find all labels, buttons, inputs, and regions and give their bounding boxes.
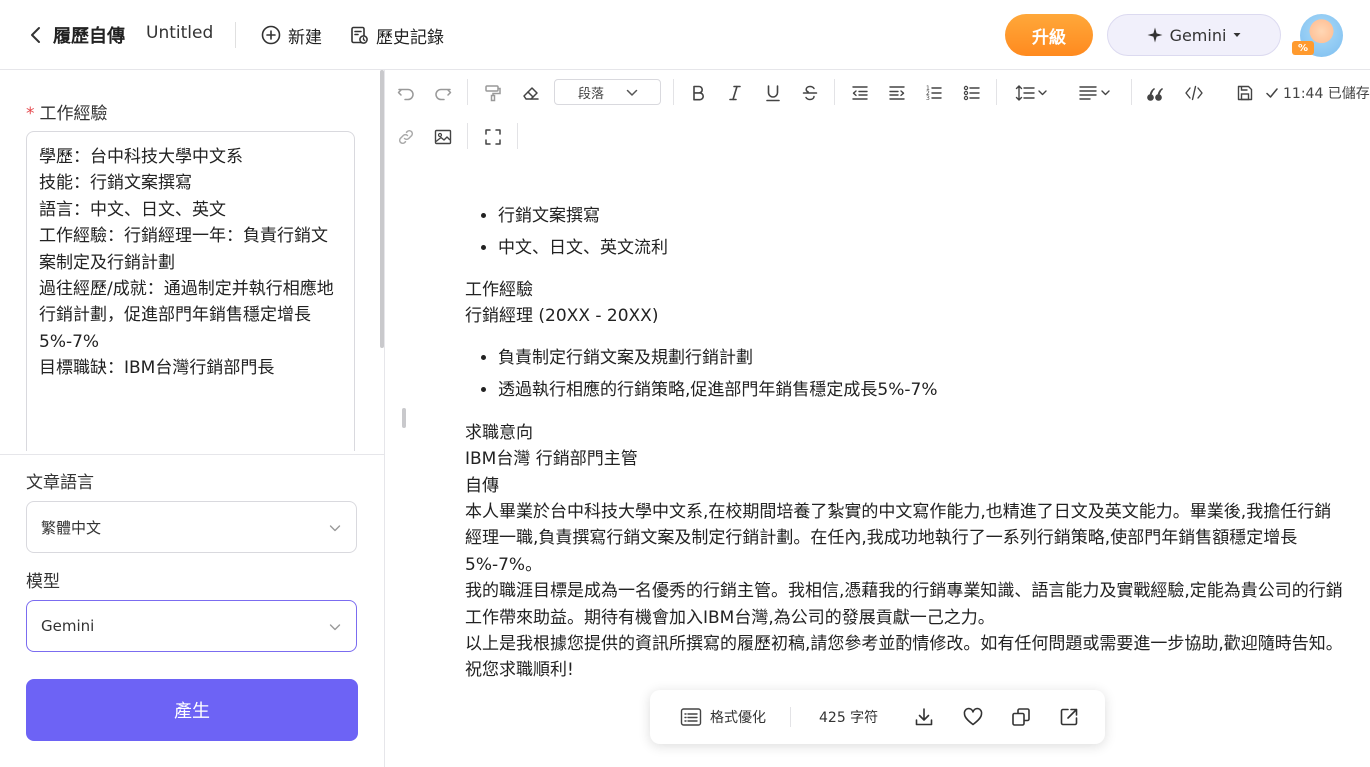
undo-icon[interactable] <box>394 81 418 105</box>
code-icon[interactable] <box>1182 81 1206 105</box>
bio-paragraph: 本人畢業於台中科技大學中文系,在校期間培養了紮實的中文寫作能力,也精進了日文及英… <box>465 502 1332 575</box>
toolbar-divider <box>834 79 835 105</box>
caret-down-icon <box>1233 33 1241 37</box>
export-icon[interactable] <box>1058 690 1080 744</box>
save-status: 11:44 已儲存 <box>1265 83 1370 103</box>
list-item: 負責制定行銷文案及規劃行銷計劃 <box>498 342 1345 374</box>
fullscreen-icon[interactable] <box>481 125 505 149</box>
bio-paragraph: 我的職涯目標是成為一名優秀的行銷主管。我相信,憑藉我的行銷專業知識、語言能力及實… <box>465 581 1343 628</box>
bullet-list-icon[interactable] <box>960 81 984 105</box>
editor-toolbar: 段落 123 11:44 已儲存 <box>385 70 1370 162</box>
toolbar-divider <box>673 79 674 105</box>
plus-circle-icon <box>261 25 281 45</box>
divider <box>790 707 791 727</box>
svg-text:3: 3 <box>926 95 930 102</box>
model-value: Gemini <box>41 617 95 635</box>
format-painter-icon[interactable] <box>481 81 505 105</box>
list-item: 透過執行相應的行銷策略,促進部門年銷售穩定成長5%-7% <box>498 374 1345 406</box>
save-icon[interactable] <box>1233 81 1257 105</box>
ordered-list-icon[interactable]: 123 <box>922 81 946 105</box>
panel-divider <box>0 454 384 455</box>
chevron-down-icon <box>626 89 638 96</box>
bio-paragraph: 以上是我根據您提供的資訊所撰寫的履歷初稿,請您參考並酌情修改。如有任何問題或需要… <box>465 634 1343 681</box>
underline-icon[interactable] <box>761 81 785 105</box>
avatar-badge: % <box>1292 41 1314 55</box>
work-role: 行銷經理 (20XX - 20XX) <box>465 306 659 327</box>
paragraph-style-select[interactable]: 段落 <box>554 79 661 105</box>
format-list-icon <box>680 708 702 726</box>
bold-icon[interactable] <box>686 81 710 105</box>
model-select[interactable]: Gemini <box>26 600 357 652</box>
history-button[interactable]: 歷史記錄 <box>349 22 444 48</box>
panel-scrollbar[interactable] <box>380 70 384 348</box>
list-item: 行銷文案撰寫 <box>498 200 1345 232</box>
app-title: 履歷自傳 <box>53 26 125 47</box>
model-label: 模型 <box>26 572 60 592</box>
left-panel: * 工作經驗 學歷：台中科技大學中文系 技能：行銷文案撰寫 語言：中文、日文、英文… <box>0 70 385 767</box>
history-label: 歷史記錄 <box>376 27 444 48</box>
document-body[interactable]: 行銷文案撰寫 中文、日文、英文流利 工作經驗 行銷經理 (20XX - 20XX… <box>465 200 1345 684</box>
format-optimize-button[interactable]: 格式優化 <box>680 690 766 744</box>
download-icon[interactable] <box>913 690 935 744</box>
work-experience-label: * 工作經驗 <box>26 99 108 124</box>
redo-icon[interactable] <box>431 81 455 105</box>
floating-action-bar: 格式優化 425 字符 <box>650 690 1105 744</box>
strikethrough-icon[interactable] <box>798 81 822 105</box>
toolbar-divider <box>467 79 468 105</box>
top-bar: 履歷自傳 Untitled 新建 歷史記錄 升級 Gemini % <box>0 0 1370 70</box>
history-icon <box>351 26 368 44</box>
italic-icon[interactable] <box>723 81 747 105</box>
divider <box>235 22 236 48</box>
indent-icon[interactable] <box>885 81 909 105</box>
work-heading: 工作經驗 <box>465 280 533 300</box>
work-experience-textarea[interactable]: 學歷：台中科技大學中文系 技能：行銷文案撰寫 語言：中文、日文、英文 工作經驗：… <box>26 131 355 451</box>
chevron-down-icon <box>329 624 341 631</box>
outdent-icon[interactable] <box>848 81 872 105</box>
generate-button[interactable]: 產生 <box>26 679 358 741</box>
sparkle-icon <box>1147 27 1163 43</box>
toolbar-divider <box>1131 79 1132 105</box>
format-optimize-label: 格式優化 <box>710 710 766 726</box>
heart-icon[interactable] <box>962 690 984 744</box>
new-button[interactable]: 新建 <box>261 22 322 48</box>
line-height-dropdown[interactable] <box>1013 81 1055 105</box>
objective-value: IBM台灣 行銷部門主管 <box>465 449 638 470</box>
paragraph-style-value: 段落 <box>578 86 605 102</box>
model-dropdown-button[interactable]: Gemini <box>1107 14 1281 56</box>
align-dropdown[interactable] <box>1077 81 1119 105</box>
copy-icon[interactable] <box>1010 690 1032 744</box>
required-mark: * <box>26 104 35 124</box>
language-select[interactable]: 繁體中文 <box>26 501 357 553</box>
back-chevron-icon[interactable] <box>27 24 45 46</box>
resize-handle[interactable] <box>402 408 406 428</box>
toolbar-divider <box>467 123 468 149</box>
toolbar-divider <box>517 123 518 149</box>
character-count: 425 字符 <box>819 710 879 726</box>
model-label: Gemini <box>1169 25 1227 45</box>
quote-icon[interactable] <box>1145 81 1169 105</box>
work-experience-label-text: 工作經驗 <box>39 104 108 124</box>
upgrade-button[interactable]: 升級 <box>1005 14 1093 56</box>
work-duties-list: 負責制定行銷文案及規劃行銷計劃 透過執行相應的行銷策略,促進部門年銷售穩定成長5… <box>465 342 1345 406</box>
bio-heading: 自傳 <box>465 475 499 496</box>
eraser-icon[interactable] <box>519 81 543 105</box>
document-title[interactable]: Untitled <box>146 23 213 43</box>
image-icon[interactable] <box>431 125 455 149</box>
new-label: 新建 <box>288 27 322 48</box>
list-item: 中文、日文、英文流利 <box>498 232 1345 264</box>
toolbar-divider <box>996 79 997 105</box>
chevron-down-icon <box>329 525 341 532</box>
language-value: 繁體中文 <box>41 518 102 537</box>
language-label: 文章語言 <box>26 473 94 493</box>
link-icon[interactable] <box>394 125 418 149</box>
save-status-text: 11:44 已儲存 <box>1283 86 1370 102</box>
skills-list: 行銷文案撰寫 中文、日文、英文流利 <box>465 200 1345 264</box>
check-icon <box>1266 88 1278 98</box>
objective-heading: 求職意向 <box>465 422 533 443</box>
